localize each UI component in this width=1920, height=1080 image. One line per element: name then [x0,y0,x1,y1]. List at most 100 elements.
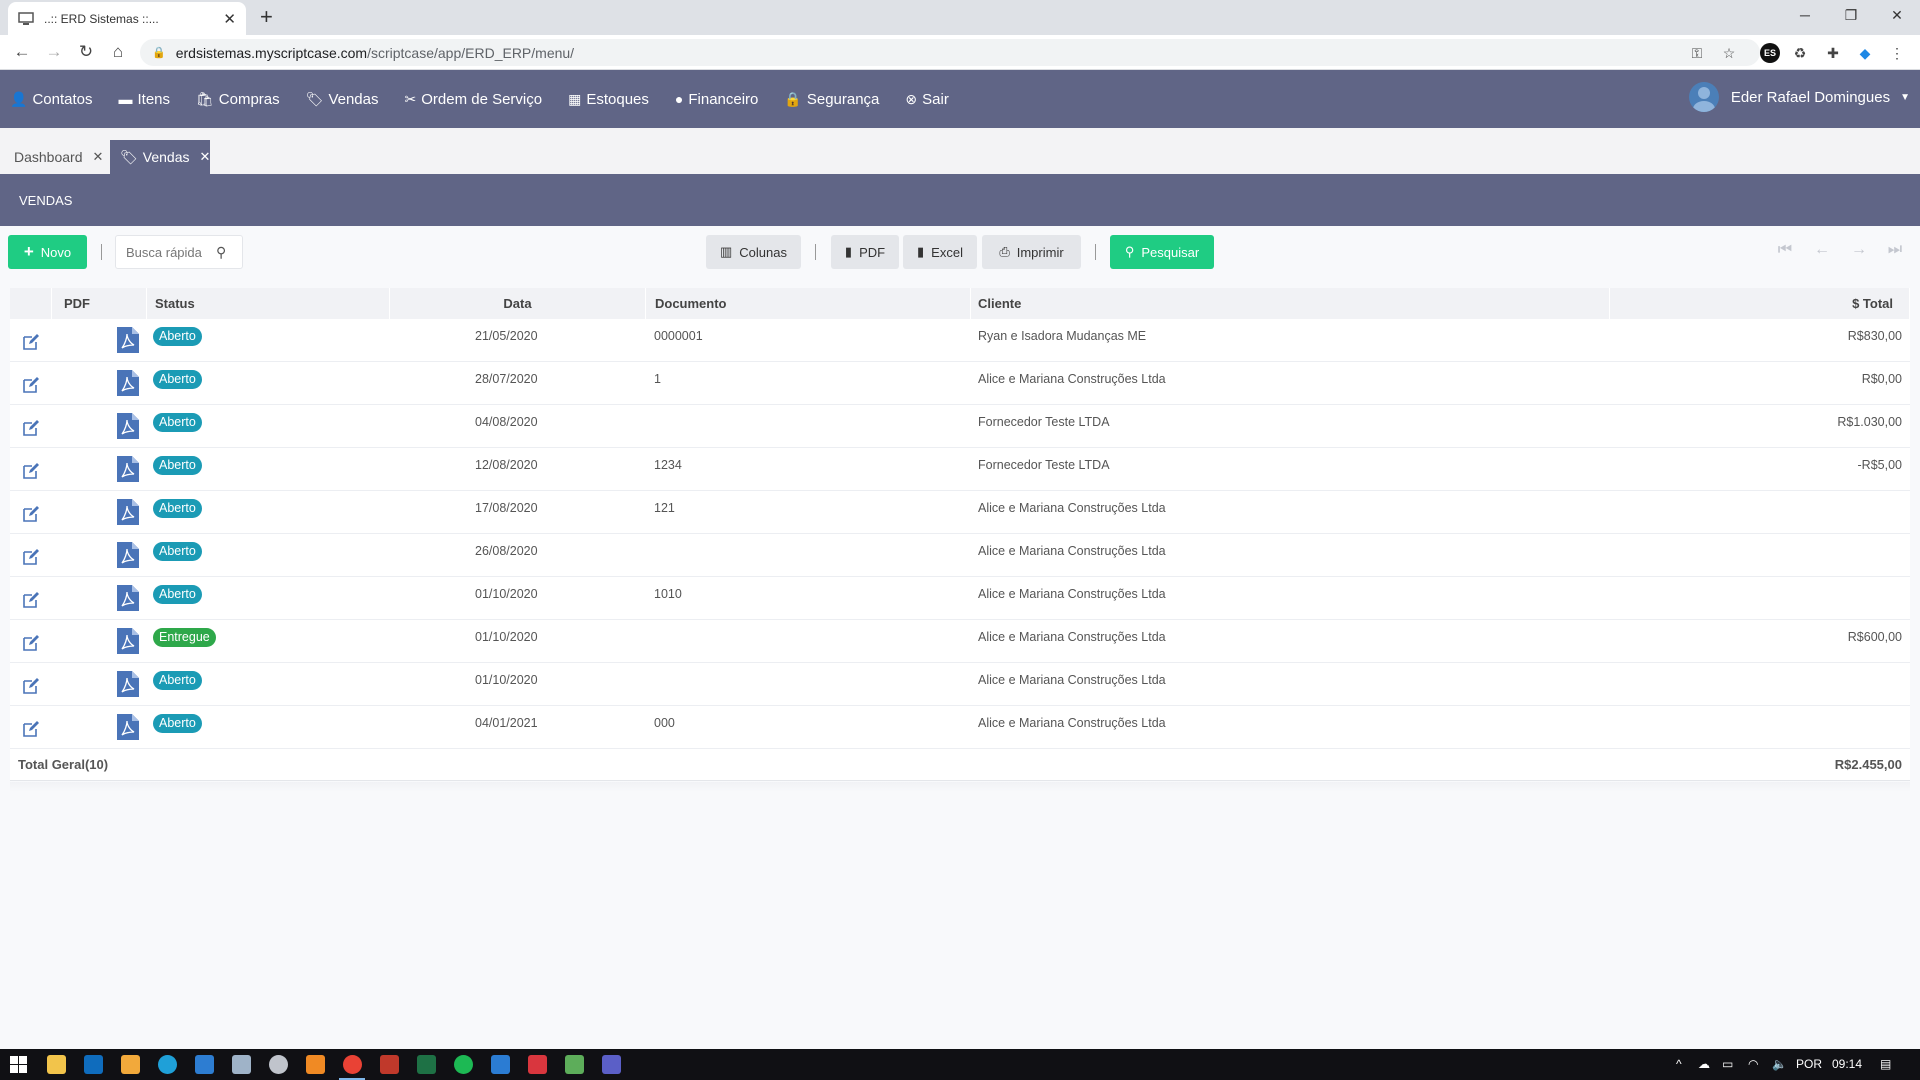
battery-icon[interactable]: ▭ [1722,1057,1733,1071]
nav-item-compras[interactable]: 🛍 Compras [196,91,280,108]
clock[interactable]: 09:14 [1832,1057,1862,1071]
file-pdf-icon[interactable] [117,327,139,353]
close-tab-icon[interactable]: ✕ [223,10,236,28]
app-icon[interactable] [269,1055,288,1074]
edit-icon[interactable] [22,677,40,695]
reload-button[interactable]: ↻ [74,41,98,63]
es-extension-icon[interactable]: ES [1760,43,1780,63]
header-pdf[interactable]: PDF [52,288,147,319]
browser-tab[interactable]: ..:: ERD Sistemas ::... ✕ [8,2,246,35]
nav-item-itens[interactable]: ▬ Itens [118,91,170,108]
edit-icon[interactable] [22,333,40,351]
sublime-icon[interactable] [306,1055,325,1074]
tab-vendas[interactable]: 🏷 Vendas ✕ [110,140,210,174]
cloud-icon[interactable]: ☁ [1698,1057,1710,1071]
pesquisar-button[interactable]: ⚲ Pesquisar [1110,235,1214,269]
notifications-icon[interactable]: ▤ [1880,1057,1891,1071]
windows-start-icon[interactable] [9,1055,28,1074]
nav-item-estoques[interactable]: ▦ Estoques [568,91,649,108]
key-icon[interactable]: ⚿ [1687,43,1707,63]
novo-button[interactable]: + Novo [8,235,87,269]
tab-dashboard[interactable]: Dashboard ✕ [4,140,114,174]
close-tab-icon[interactable]: ✕ [200,149,211,165]
edit-icon[interactable] [22,548,40,566]
file-pdf-icon[interactable] [117,628,139,654]
chevron-up-icon[interactable]: ^ [1676,1057,1682,1071]
outlook-icon[interactable] [84,1055,103,1074]
folder-icon[interactable] [121,1055,140,1074]
file-pdf-icon[interactable] [117,499,139,525]
header-documento[interactable]: Documento [646,288,971,319]
extension-diamond-icon[interactable]: ◆ [1855,43,1875,63]
volume-icon[interactable]: 🔈 [1772,1057,1787,1071]
user-menu[interactable]: Eder Rafael Domingues ▼ [1688,82,1910,112]
quick-search[interactable]: ⚲ [115,235,243,269]
edit-icon[interactable] [22,376,40,394]
minimize-button[interactable]: ─ [1790,4,1820,26]
last-page-icon[interactable]: ⏭ [1885,241,1905,259]
file-pdf-icon[interactable] [117,542,139,568]
edit-icon[interactable] [22,419,40,437]
first-page-icon[interactable]: ⏮ [1775,241,1795,259]
columns-icon: ▥ [720,244,733,259]
file-pdf-icon[interactable] [117,585,139,611]
star-icon[interactable]: ☆ [1719,43,1739,63]
prev-page-icon[interactable]: ← [1812,241,1832,259]
nav-item-sair[interactable]: ⊗ Sair [905,91,948,108]
nav-item-contatos[interactable]: 👤 Contatos [10,91,92,108]
search-icon[interactable]: ⚲ [216,244,226,261]
spreadsheet-icon[interactable] [565,1055,584,1074]
header-status[interactable]: Status [147,288,390,319]
teams-icon[interactable] [602,1055,621,1074]
edge-icon[interactable] [158,1055,177,1074]
header-total[interactable]: $ Total [1610,288,1910,319]
restore-button[interactable]: ❐ [1836,4,1866,26]
edit-icon[interactable] [22,505,40,523]
imprimir-button[interactable]: ⎙ Imprimir [982,235,1081,269]
colunas-label: Colunas [739,244,787,260]
next-page-icon[interactable]: → [1849,241,1869,259]
close-window-button[interactable]: ✕ [1882,4,1912,26]
data-cell: 17/08/2020 [390,491,646,533]
nav-item-ordem-servico[interactable]: ✂ Ordem de Serviço [404,91,542,108]
menu-dots-icon[interactable]: ⋮ [1887,43,1907,63]
address-bar[interactable]: 🔒 erdsistemas.myscriptcase.com/scriptcas… [140,39,1760,66]
header-data[interactable]: Data [390,288,646,319]
edit-icon[interactable] [22,591,40,609]
colunas-button[interactable]: ▥ Colunas [706,235,801,269]
new-tab-button[interactable]: + [260,4,273,30]
file-explorer-icon[interactable] [47,1055,66,1074]
word-icon[interactable] [491,1055,510,1074]
file-pdf-icon[interactable] [117,714,139,740]
excel-icon[interactable] [417,1055,436,1074]
shield-app-icon[interactable] [528,1055,547,1074]
file-pdf-icon[interactable] [117,456,139,482]
spotify-icon[interactable] [454,1055,473,1074]
header-cliente[interactable]: Cliente [971,288,1610,319]
cliente-cell: Alice e Mariana Construções Ltda [971,577,1610,619]
excel-export-button[interactable]: ▮ Excel [903,235,977,269]
forward-button[interactable]: → [42,41,66,63]
nav-item-seguranca[interactable]: 🔒 Segurança [784,91,879,108]
pdf-export-button[interactable]: ▮ PDF [831,235,899,269]
close-tab-icon[interactable]: ✕ [93,149,104,165]
file-pdf-icon[interactable] [117,370,139,396]
language-indicator[interactable]: POR [1796,1057,1822,1071]
file-pdf-icon[interactable] [117,671,139,697]
mail-icon[interactable] [195,1055,214,1074]
home-icon[interactable]: ⌂ [106,41,130,63]
scriptcase-icon[interactable] [380,1055,399,1074]
file-pdf-icon[interactable] [117,413,139,439]
wifi-icon[interactable]: ◠ [1748,1057,1758,1071]
back-button[interactable]: ← [10,41,34,63]
puzzle-icon[interactable]: ✚ [1823,43,1843,63]
notepad-icon[interactable] [232,1055,251,1074]
nav-item-vendas[interactable]: 🏷 Vendas [306,91,379,108]
edit-icon[interactable] [22,634,40,652]
edit-icon[interactable] [22,720,40,738]
recycle-extension-icon[interactable]: ♻ [1790,43,1810,63]
edit-icon[interactable] [22,462,40,480]
nav-item-financeiro[interactable]: ● Financeiro [675,91,759,108]
quick-search-input[interactable] [126,244,216,260]
chrome-icon[interactable] [343,1055,362,1074]
